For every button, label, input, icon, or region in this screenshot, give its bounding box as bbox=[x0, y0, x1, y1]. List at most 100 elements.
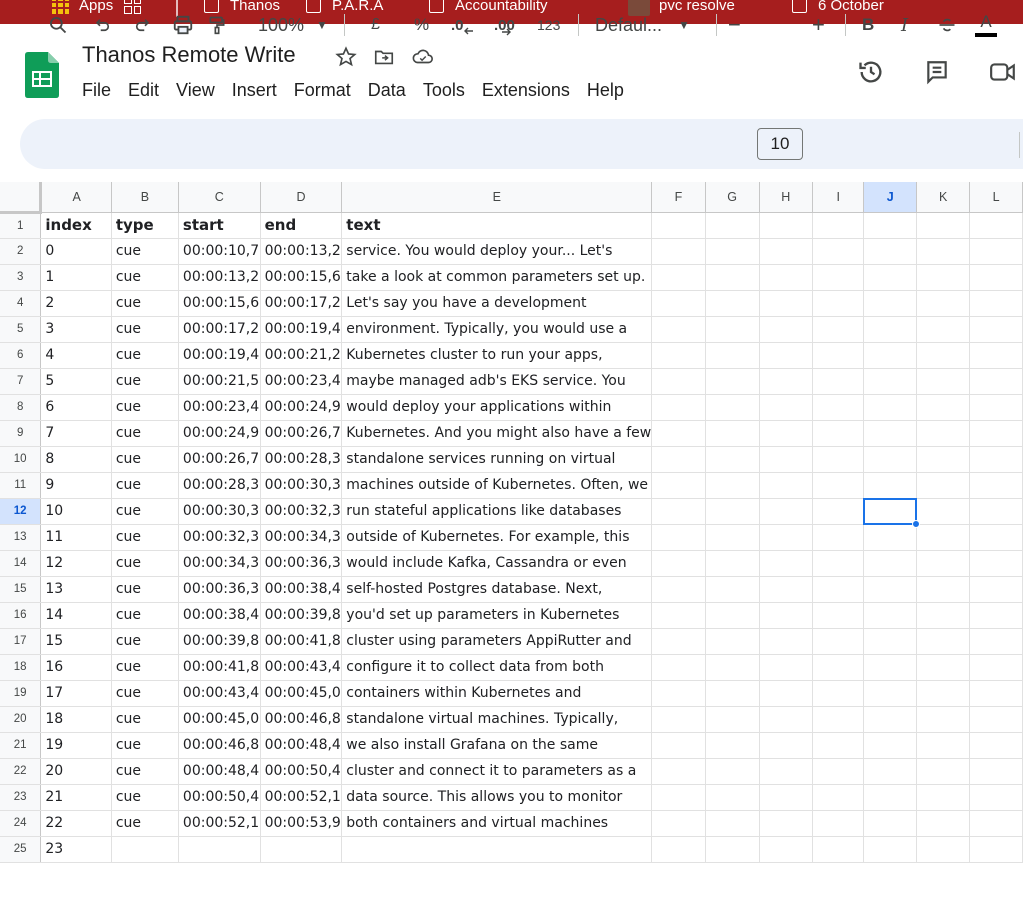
cell[interactable]: cluster using parameters AppiRutter and bbox=[341, 628, 653, 655]
cell[interactable] bbox=[916, 420, 971, 447]
cell[interactable]: cue bbox=[111, 602, 179, 629]
cell[interactable]: 00:00:17,2 bbox=[260, 290, 343, 317]
row-header[interactable]: 11 bbox=[0, 472, 42, 499]
cell[interactable] bbox=[969, 680, 1023, 707]
cell[interactable]: 00:00:28,3 bbox=[178, 472, 261, 499]
cell[interactable] bbox=[916, 238, 971, 265]
cell[interactable] bbox=[812, 472, 865, 499]
cell[interactable]: cue bbox=[111, 628, 179, 655]
active-cell[interactable] bbox=[863, 497, 921, 528]
cell[interactable] bbox=[863, 342, 918, 369]
cell[interactable] bbox=[916, 628, 971, 655]
cell[interactable] bbox=[651, 706, 706, 733]
cell[interactable] bbox=[651, 784, 706, 811]
column-header[interactable]: D bbox=[260, 182, 343, 213]
cell[interactable]: 00:00:48,4 bbox=[260, 732, 343, 759]
cell[interactable] bbox=[969, 810, 1023, 837]
row-header[interactable]: 7 bbox=[0, 368, 42, 395]
cell[interactable] bbox=[651, 264, 706, 291]
cell[interactable] bbox=[759, 264, 813, 291]
cell[interactable] bbox=[863, 420, 918, 447]
cell[interactable]: 00:00:38,4 bbox=[178, 602, 261, 629]
cell[interactable] bbox=[651, 316, 706, 343]
currency-format-button[interactable]: £ bbox=[371, 0, 380, 50]
cell[interactable]: configure it to collect data from both bbox=[341, 654, 653, 681]
cell[interactable] bbox=[969, 368, 1023, 395]
cell[interactable] bbox=[916, 264, 971, 291]
cell[interactable] bbox=[916, 576, 971, 603]
cell[interactable] bbox=[260, 836, 343, 863]
cell[interactable] bbox=[651, 446, 706, 473]
cell[interactable]: start bbox=[178, 212, 261, 239]
cell[interactable]: 00:00:36,3 bbox=[178, 576, 261, 603]
cell[interactable]: 00:00:23,4 bbox=[178, 394, 261, 421]
cell[interactable] bbox=[759, 290, 813, 317]
cell[interactable]: would include Kafka, Cassandra or even bbox=[341, 550, 653, 577]
cell[interactable] bbox=[651, 732, 706, 759]
cell[interactable] bbox=[759, 238, 813, 265]
cell[interactable]: we also install Grafana on the same bbox=[341, 732, 653, 759]
column-header[interactable]: K bbox=[916, 182, 971, 213]
cell[interactable] bbox=[916, 550, 971, 577]
increase-decimal-button[interactable]: .00 bbox=[494, 0, 515, 50]
cell[interactable] bbox=[863, 576, 918, 603]
row-header[interactable]: 6 bbox=[0, 342, 42, 369]
cell[interactable] bbox=[812, 680, 865, 707]
cell[interactable]: cluster and connect it to parameters as … bbox=[341, 758, 653, 785]
cell[interactable]: 10 bbox=[40, 498, 112, 525]
strikethrough-button[interactable] bbox=[937, 0, 957, 50]
cell[interactable]: cue bbox=[111, 758, 179, 785]
menu-edit[interactable]: Edit bbox=[128, 78, 167, 103]
column-header[interactable]: C bbox=[178, 182, 261, 213]
cell[interactable] bbox=[969, 576, 1023, 603]
cell[interactable] bbox=[969, 758, 1023, 785]
row-header[interactable]: 1 bbox=[0, 212, 42, 239]
column-header[interactable]: J bbox=[863, 182, 918, 213]
cell[interactable] bbox=[651, 628, 706, 655]
menu-view[interactable]: View bbox=[176, 78, 223, 103]
cell[interactable] bbox=[863, 238, 918, 265]
row-header[interactable]: 3 bbox=[0, 264, 42, 291]
comments-button[interactable] bbox=[921, 56, 953, 88]
cell[interactable]: 00:00:23,4 bbox=[260, 368, 343, 395]
cell[interactable] bbox=[969, 342, 1023, 369]
cell[interactable] bbox=[759, 550, 813, 577]
cell[interactable]: 12 bbox=[40, 550, 112, 577]
cell[interactable] bbox=[705, 212, 760, 239]
cell[interactable] bbox=[863, 550, 918, 577]
cell[interactable]: 2 bbox=[40, 290, 112, 317]
cell[interactable] bbox=[812, 550, 865, 577]
cell[interactable] bbox=[969, 524, 1023, 551]
cell[interactable]: outside of Kubernetes. For example, this bbox=[341, 524, 653, 551]
cell[interactable]: 00:00:10,7 bbox=[178, 238, 261, 265]
cell[interactable] bbox=[759, 706, 813, 733]
cell[interactable]: would deploy your applications within bbox=[341, 394, 653, 421]
cell[interactable]: 7 bbox=[40, 420, 112, 447]
cell[interactable] bbox=[969, 836, 1023, 863]
cell[interactable] bbox=[705, 732, 760, 759]
cell[interactable]: 20 bbox=[40, 758, 112, 785]
font-select[interactable]: Defaul... ▼ bbox=[595, 0, 690, 50]
cell[interactable] bbox=[651, 550, 706, 577]
fill-handle[interactable] bbox=[912, 519, 921, 528]
cell[interactable]: 00:00:13,2 bbox=[178, 264, 261, 291]
cell[interactable] bbox=[916, 446, 971, 473]
cell[interactable] bbox=[969, 732, 1023, 759]
cell[interactable] bbox=[812, 342, 865, 369]
cell[interactable] bbox=[916, 498, 971, 525]
cell[interactable]: cue bbox=[111, 784, 179, 811]
decrease-font-size-button[interactable]: − bbox=[728, 0, 741, 50]
select-all-corner[interactable] bbox=[0, 182, 43, 214]
cell[interactable] bbox=[651, 290, 706, 317]
cell[interactable]: end bbox=[260, 212, 343, 239]
cell[interactable]: cue bbox=[111, 680, 179, 707]
cell[interactable] bbox=[812, 732, 865, 759]
cell[interactable] bbox=[863, 706, 918, 733]
cell[interactable] bbox=[863, 446, 918, 473]
cell[interactable]: 00:00:24,9 bbox=[260, 394, 343, 421]
cell[interactable] bbox=[759, 524, 813, 551]
cell[interactable] bbox=[705, 472, 760, 499]
star-icon[interactable] bbox=[335, 46, 357, 68]
cell[interactable]: both containers and virtual machines bbox=[341, 810, 653, 837]
cell[interactable] bbox=[863, 524, 918, 551]
